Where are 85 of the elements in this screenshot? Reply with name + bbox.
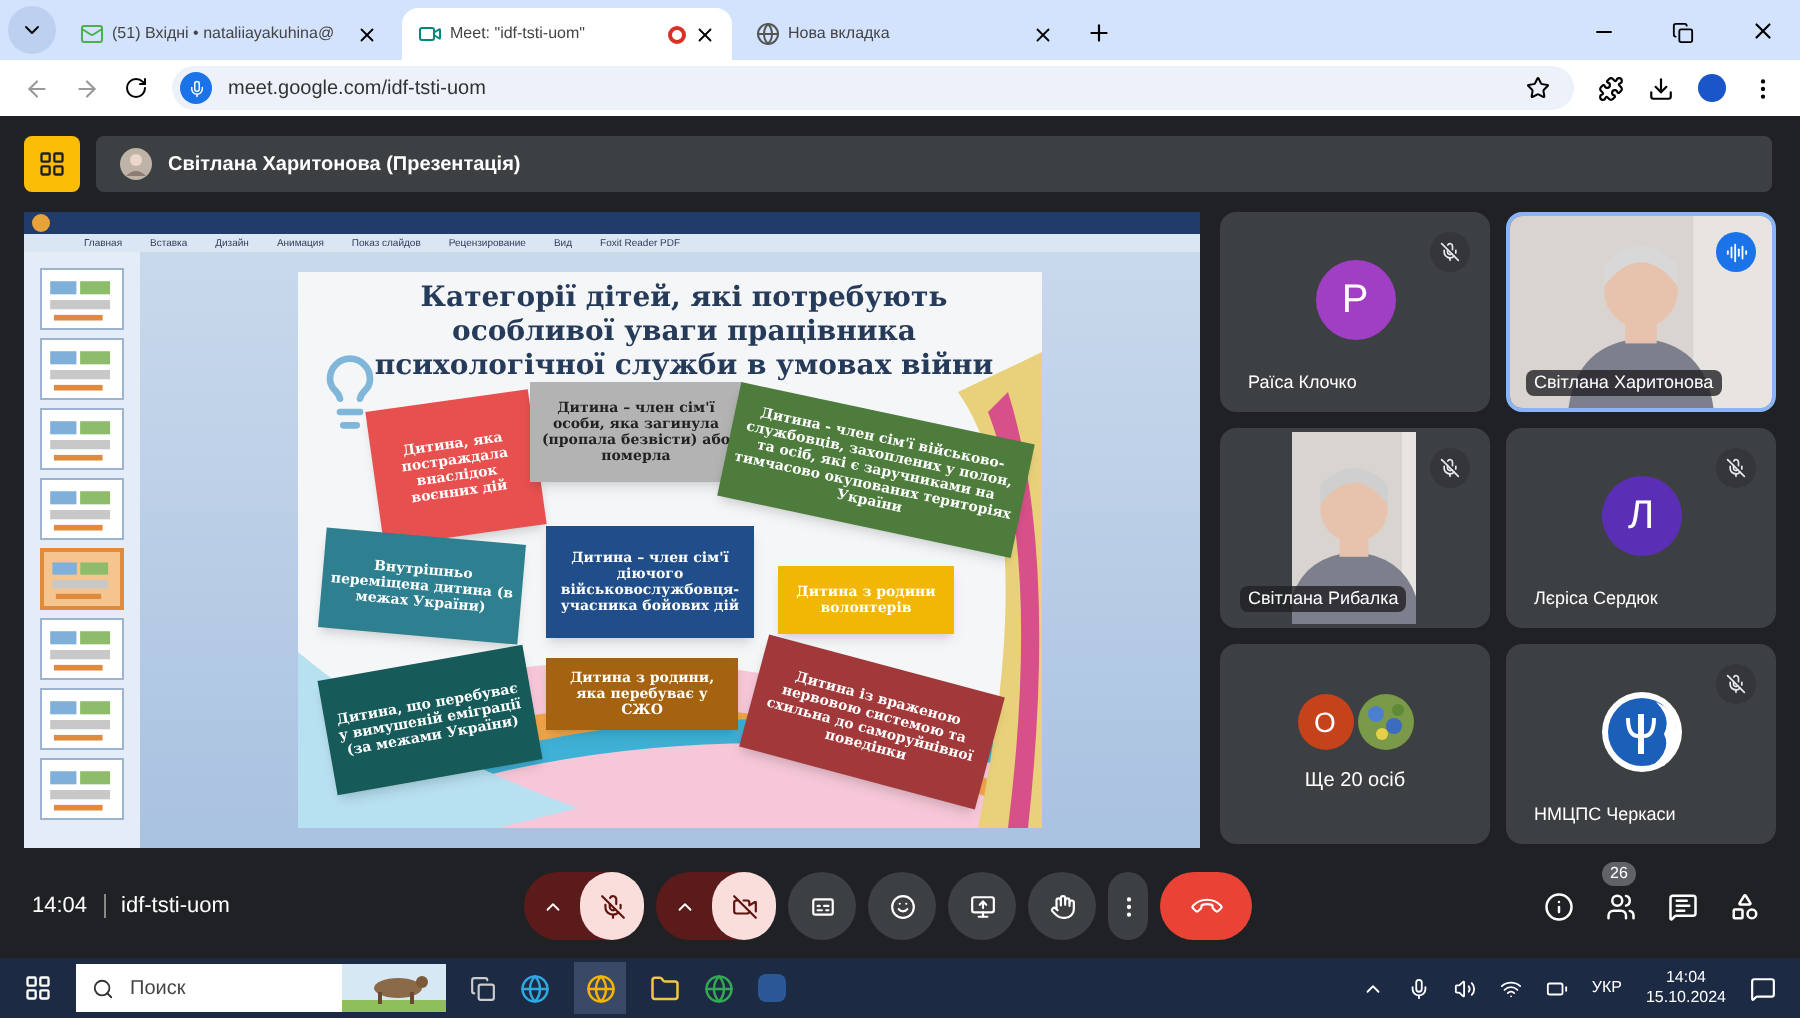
office-logo-icon bbox=[32, 214, 50, 232]
mic-icon[interactable] bbox=[1407, 977, 1430, 999]
globe-icon bbox=[585, 973, 615, 1003]
mail-icon bbox=[80, 22, 104, 46]
smile-icon bbox=[889, 893, 915, 919]
info-icon[interactable] bbox=[1544, 891, 1574, 921]
folder-icon[interactable] bbox=[650, 973, 680, 1003]
task-view-icon[interactable] bbox=[470, 975, 496, 1001]
profile-icon[interactable] bbox=[1698, 74, 1726, 102]
hand-icon bbox=[1049, 893, 1075, 919]
video-icon bbox=[418, 22, 442, 46]
new-tab-icon[interactable] bbox=[1086, 20, 1112, 46]
close-icon[interactable] bbox=[694, 23, 716, 45]
globe-icon bbox=[756, 22, 780, 46]
clock-date: 15.10.2024 bbox=[1645, 988, 1726, 1008]
avatar: P bbox=[1315, 260, 1395, 340]
close-icon[interactable] bbox=[1032, 23, 1054, 45]
emoji-button[interactable] bbox=[868, 872, 936, 940]
browser-app-icon[interactable] bbox=[520, 973, 550, 1003]
slide-thumbnail[interactable] bbox=[40, 758, 124, 820]
participant-name: НМЦПС Черкаси bbox=[1532, 801, 1678, 828]
browser-app-icon[interactable] bbox=[574, 962, 626, 1014]
browser-tab[interactable]: (51) Вхідні • nataliiayakuhina@ bbox=[64, 8, 394, 60]
meeting-time: 14:04 bbox=[32, 891, 88, 922]
audio-wave-icon bbox=[1725, 241, 1747, 263]
participant-name: Раїса Клочко bbox=[1246, 369, 1359, 395]
presenter-name: Світлана Харитонова (Презентація) bbox=[168, 151, 521, 179]
address-bar[interactable]: meet.google.com/idf-tsti-uom bbox=[172, 66, 1574, 110]
browser-app-icon[interactable] bbox=[704, 973, 734, 1003]
leave-call-button[interactable] bbox=[1160, 872, 1252, 940]
present-button[interactable] bbox=[948, 872, 1016, 940]
avatar: Л bbox=[1601, 476, 1681, 556]
slide-thumbnail[interactable] bbox=[40, 478, 124, 540]
search-icon bbox=[92, 977, 114, 999]
extensions-icon[interactable] bbox=[1598, 75, 1624, 101]
bookmark-star-icon[interactable] bbox=[1526, 76, 1550, 100]
microphone-button[interactable] bbox=[580, 872, 644, 940]
mic-off-icon bbox=[599, 893, 625, 919]
taskbar-search-field[interactable]: Поиск bbox=[76, 964, 446, 1012]
chat-icon[interactable] bbox=[1668, 891, 1698, 921]
psi-logo-icon bbox=[1599, 690, 1683, 774]
forward-icon[interactable] bbox=[74, 75, 100, 101]
tab-title: Meet: "idf-tsti-uom" bbox=[450, 22, 587, 46]
slide-thumbnail[interactable] bbox=[40, 618, 124, 680]
participant-name: Світлана Харитонова bbox=[1526, 369, 1722, 396]
captions-button[interactable] bbox=[788, 872, 856, 940]
close-icon[interactable] bbox=[1750, 18, 1776, 44]
notifications-icon[interactable] bbox=[1750, 975, 1776, 1001]
speaker-icon[interactable] bbox=[1453, 977, 1476, 999]
start-icon[interactable] bbox=[24, 974, 52, 1002]
browser-tab[interactable]: Нова вкладка bbox=[740, 8, 1070, 60]
camera-off-icon bbox=[731, 893, 757, 919]
grid-icon bbox=[38, 150, 66, 178]
tab-title: Нова вкладка bbox=[788, 22, 892, 46]
avatar: О bbox=[1297, 693, 1353, 749]
slide-thumbnail[interactable] bbox=[40, 548, 124, 610]
more-people-label: Ще 20 осіб bbox=[1304, 767, 1406, 795]
restore-icon[interactable] bbox=[1672, 22, 1694, 44]
slide-thumbnail[interactable] bbox=[40, 338, 124, 400]
clock-time: 14:04 bbox=[1665, 968, 1706, 988]
activities-icon[interactable] bbox=[1730, 891, 1760, 921]
participant-name: Лєріса Сердюк bbox=[1532, 585, 1660, 612]
search-placeholder: Поиск bbox=[130, 975, 186, 1003]
people-icon[interactable] bbox=[1606, 891, 1636, 921]
network-icon[interactable] bbox=[1499, 977, 1522, 999]
slide-title: Категорії дітей, які потребують особливої уваги працівника психологічної служби в умовах війни bbox=[372, 282, 996, 384]
camera-button[interactable] bbox=[712, 872, 776, 940]
battery-icon[interactable] bbox=[1545, 977, 1568, 999]
raise-hand-button[interactable] bbox=[1028, 872, 1096, 940]
back-icon[interactable] bbox=[24, 75, 50, 101]
captions-icon bbox=[809, 893, 835, 919]
language-indicator[interactable]: УКР bbox=[1591, 976, 1622, 1000]
meeting-code: idf-tsti-uom bbox=[121, 891, 230, 922]
tab-title: (51) Вхідні • nataliiayakuhina@ bbox=[112, 22, 337, 46]
present-screen-icon bbox=[969, 893, 995, 919]
download-icon[interactable] bbox=[1648, 75, 1674, 101]
reload-icon[interactable] bbox=[124, 76, 148, 100]
slide-thumbnail[interactable] bbox=[40, 688, 124, 750]
participant-name: Світлана Рибалка bbox=[1240, 585, 1407, 612]
people-count-badge: 26 bbox=[1602, 861, 1636, 885]
slide-thumbnail[interactable] bbox=[40, 268, 124, 330]
slide-thumbnail[interactable] bbox=[40, 408, 124, 470]
browser-tab[interactable]: Meet: "idf-tsti-uom" bbox=[402, 8, 732, 60]
close-icon[interactable] bbox=[356, 23, 378, 45]
url-text: meet.google.com/idf-tsti-uom bbox=[228, 75, 488, 103]
